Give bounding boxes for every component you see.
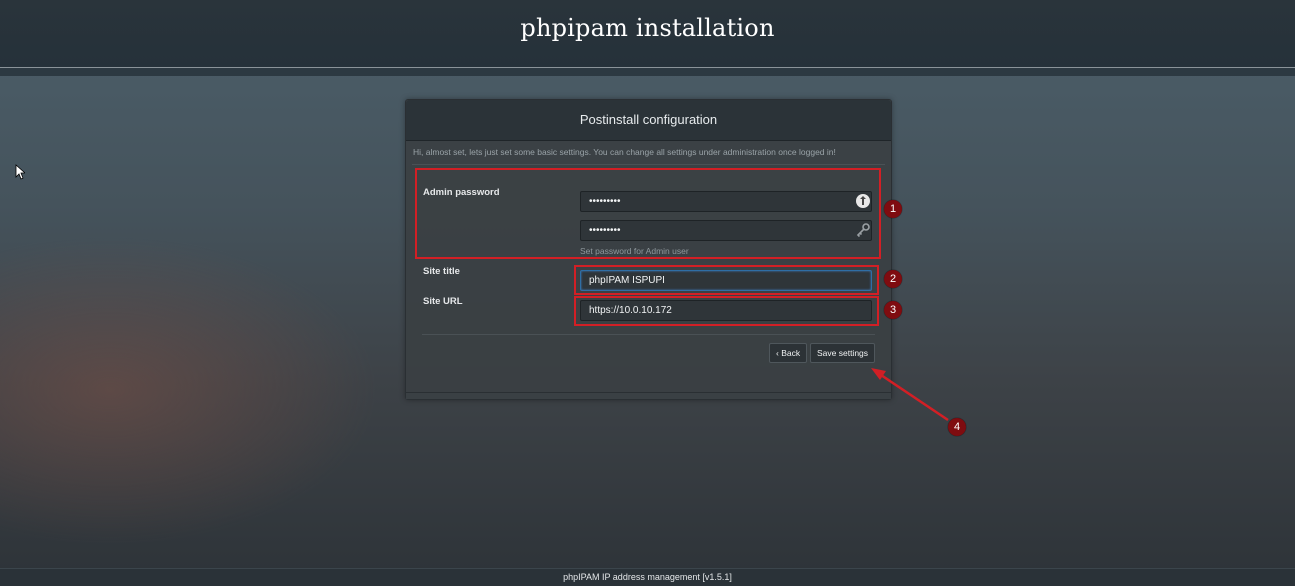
panel-heading: Postinstall configuration [406,100,891,141]
divider [412,164,885,165]
annotation-marker-4: 4 [948,418,966,436]
back-button[interactable]: ‹ Back [769,343,808,363]
header-band [0,68,1295,76]
footer-text: phpIPAM IP address management [v1.5.1] [563,572,732,582]
annotation-marker-3: 3 [884,301,902,319]
site-url-label: Site URL [423,296,463,307]
annotation-marker-1: 1 [884,200,902,218]
footer-bar: phpIPAM IP address management [v1.5.1] [0,568,1295,586]
annotation-box-site-title [574,265,879,295]
annotation-box-site-url [574,296,879,326]
site-title-label: Site title [423,266,460,277]
intro-text: Hi, almost set, lets just set some basic… [413,147,836,157]
annotation-marker-2: 2 [884,270,902,288]
panel-title: Postinstall configuration [579,112,718,127]
annotation-box-password [415,168,881,259]
panel-footer [406,392,891,399]
page-title: phpipam installation [520,14,775,42]
mouse-cursor-icon [15,164,25,180]
form-divider [422,334,875,335]
header-bar: phpipam installation [0,0,1295,68]
